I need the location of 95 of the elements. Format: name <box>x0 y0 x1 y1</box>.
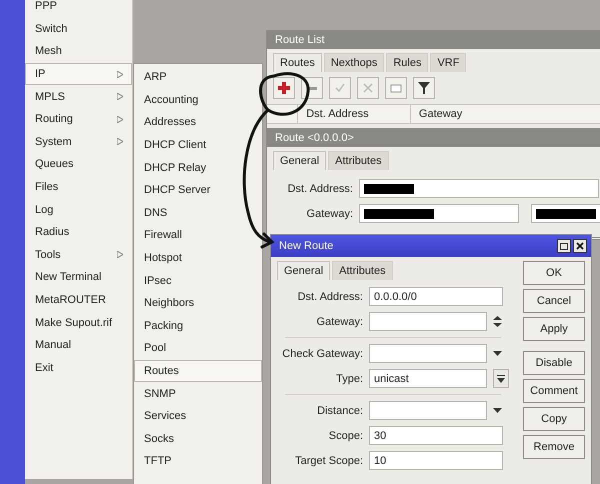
title-bar: Route List <box>267 31 600 49</box>
menu-item[interactable]: Addresses <box>134 111 262 134</box>
menu-item[interactable]: ARP <box>134 66 262 89</box>
menu-item[interactable]: Socks <box>134 428 262 450</box>
menu-item[interactable]: Routes <box>134 360 262 382</box>
dialog-button[interactable]: OK <box>523 261 585 285</box>
tab[interactable]: Nexthops <box>324 53 384 72</box>
menu-item[interactable]: IP <box>25 62 132 86</box>
submenu-arrow-icon <box>117 93 123 100</box>
menu-item[interactable]: Firewall <box>134 224 262 247</box>
menu-item[interactable]: MPLS <box>25 85 132 108</box>
field-label: Gateway: <box>306 208 353 220</box>
column-title[interactable]: Dst. Address <box>306 108 369 120</box>
tab[interactable]: VRF <box>430 53 466 72</box>
close-button[interactable] <box>573 239 587 253</box>
tab[interactable]: General <box>273 151 326 170</box>
menu-item[interactable]: Exit <box>25 356 132 380</box>
field-label: Distance: <box>316 404 363 416</box>
dropdown-field[interactable] <box>369 401 487 420</box>
check-icon <box>335 83 345 93</box>
title-bar: Route <0.0.0.0> <box>267 129 600 147</box>
dropdown-arrow-icon <box>497 374 505 382</box>
field-label: Target Scope: <box>294 454 363 466</box>
dropdown-field[interactable]: unicast <box>369 369 487 388</box>
submenu-arrow-icon <box>117 138 123 146</box>
title-bar: New Route <box>271 235 591 257</box>
input-field[interactable]: 0.0.0.0/0 <box>369 287 503 306</box>
menu-item[interactable]: Neighbors <box>134 292 262 315</box>
menu-item[interactable]: MetaROUTER <box>25 288 132 312</box>
tab[interactable]: Attributes <box>328 151 389 170</box>
input-field[interactable] <box>359 204 519 223</box>
menu-item[interactable]: Services <box>134 404 262 428</box>
input-field[interactable] <box>531 204 600 223</box>
menu-item[interactable]: Pool <box>134 337 262 360</box>
field-label: Type: <box>335 372 363 384</box>
dialog-button[interactable]: Comment <box>523 379 585 403</box>
menu-item[interactable]: New Terminal <box>25 266 132 289</box>
menu-item[interactable]: Mesh <box>25 40 132 63</box>
dialog-button[interactable]: Apply <box>523 317 585 341</box>
menu-item[interactable]: Make Supout.rif <box>25 311 132 334</box>
menu-item[interactable]: Radius <box>25 220 132 244</box>
field-label: Dst. Address: <box>286 182 353 194</box>
submenu-arrow-icon <box>117 251 123 258</box>
dropdown-arrow-icon[interactable] <box>493 351 502 356</box>
menu-item[interactable]: Routing <box>25 108 132 131</box>
dialog-button[interactable]: Cancel <box>523 289 585 313</box>
input-field[interactable] <box>359 179 599 198</box>
field-label: Dst. Address: <box>296 290 363 302</box>
field-label: Scope: <box>328 430 363 442</box>
column-title[interactable]: Gateway <box>418 108 462 120</box>
cross-icon <box>363 83 373 93</box>
submenu-arrow-icon <box>117 116 123 123</box>
menu-item[interactable]: DNS <box>134 202 262 224</box>
close-icon <box>576 242 584 250</box>
menu-item[interactable]: Tools <box>25 244 132 266</box>
dialog-button[interactable]: Disable <box>523 351 585 375</box>
menu-item[interactable]: Accounting <box>134 88 262 112</box>
field-label: Gateway: <box>316 316 363 328</box>
input-field[interactable]: 10 <box>369 451 503 470</box>
menu-item[interactable]: DHCP Client <box>134 134 262 156</box>
dropdown-arrow-icon[interactable] <box>493 408 502 413</box>
plus-icon <box>278 82 290 94</box>
dropdown-field[interactable] <box>369 344 487 363</box>
menu-item[interactable]: DHCP Server <box>134 178 262 202</box>
menu-item[interactable]: PPP <box>25 0 132 18</box>
window-icon <box>560 242 568 250</box>
tab[interactable]: Routes <box>273 53 322 72</box>
tab[interactable]: General <box>277 261 330 280</box>
menu-item[interactable]: System <box>25 130 132 154</box>
menu-item[interactable]: Files <box>25 176 132 198</box>
maximize-button[interactable] <box>557 239 571 253</box>
field-label: Check Gateway: <box>281 348 363 360</box>
filter-icon <box>418 82 430 94</box>
menu-item[interactable]: IPsec <box>134 269 262 292</box>
dropdown-button[interactable] <box>493 369 509 388</box>
dialog-button[interactable]: Remove <box>523 435 585 459</box>
menu-item[interactable]: Packing <box>134 314 262 338</box>
menu-item[interactable]: Switch <box>25 18 132 40</box>
menu-item[interactable]: Manual <box>25 334 132 356</box>
tab[interactable]: Attributes <box>332 261 393 280</box>
dialog-button[interactable]: Copy <box>523 407 585 431</box>
menu-item[interactable]: SNMP <box>134 382 262 405</box>
input-field[interactable]: 30 <box>369 426 503 445</box>
menu-item[interactable]: Queues <box>25 153 132 176</box>
toolbar-button[interactable] <box>413 77 435 99</box>
input-field[interactable] <box>369 312 487 331</box>
spin-arrows-icon[interactable] <box>493 316 502 327</box>
menu-item[interactable]: TFTP <box>134 450 262 473</box>
minus-icon <box>307 86 317 90</box>
tab[interactable]: Rules <box>386 53 428 72</box>
submenu-arrow-icon <box>117 70 123 78</box>
menu-item[interactable]: Log <box>25 198 132 221</box>
menu-item[interactable]: Hotspot <box>134 246 262 270</box>
note-icon <box>390 83 402 93</box>
menu-item[interactable]: DHCP Relay <box>134 156 262 179</box>
